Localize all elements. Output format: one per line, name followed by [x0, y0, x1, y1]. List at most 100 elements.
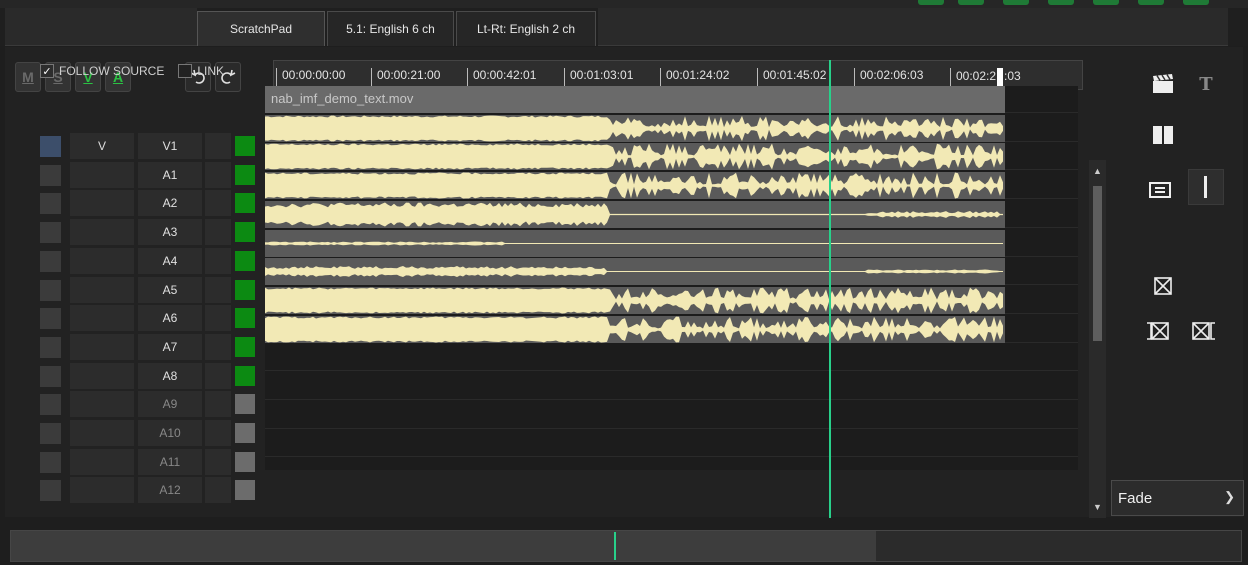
track-lock-box[interactable] — [205, 333, 231, 360]
transition-icon[interactable] — [1145, 268, 1181, 304]
track-label[interactable]: A9 — [138, 391, 202, 418]
transition-in-icon[interactable] — [1140, 313, 1176, 349]
track-enable-toggle[interactable] — [235, 394, 255, 415]
transition-out-icon[interactable] — [1186, 313, 1222, 349]
track-select-box[interactable] — [40, 394, 61, 416]
scroll-up-icon[interactable]: ▲ — [1089, 164, 1106, 178]
track-lock-box[interactable] — [205, 276, 231, 303]
source-track-label[interactable] — [70, 276, 134, 303]
follow-source-checkbox[interactable]: ✓ — [40, 64, 54, 78]
vertical-scrollbar[interactable]: ▲ ▼ — [1089, 160, 1106, 518]
source-track-label[interactable] — [70, 190, 134, 217]
split-view-icon[interactable] — [1145, 117, 1181, 153]
track-enable-toggle[interactable] — [235, 451, 255, 472]
track-area[interactable]: nab_imf_demo_text.mov — [265, 86, 1078, 470]
source-track-label[interactable] — [70, 391, 134, 418]
track-select-box[interactable] — [40, 451, 61, 473]
track-label[interactable]: A6 — [138, 305, 202, 332]
track-enable-toggle[interactable] — [235, 222, 255, 243]
track-select-box[interactable] — [40, 222, 61, 244]
scroll-down-icon[interactable]: ▼ — [1089, 500, 1106, 514]
audio-clip[interactable] — [265, 258, 1005, 286]
track-label[interactable]: A5 — [138, 276, 202, 303]
tab-scratchpad[interactable]: ScratchPad — [197, 11, 325, 46]
track-lock-box[interactable] — [205, 190, 231, 217]
track-lock-box[interactable] — [205, 305, 231, 332]
track-enable-toggle[interactable] — [235, 136, 255, 156]
track-select-box[interactable] — [40, 164, 61, 186]
track-lock-box[interactable] — [205, 247, 231, 274]
track-lock-box[interactable] — [205, 133, 231, 159]
link-checkbox[interactable] — [178, 64, 193, 78]
insert-marker-icon[interactable] — [1188, 169, 1224, 205]
source-track-label[interactable]: V — [70, 133, 134, 159]
transition-select[interactable]: Fade ❯ — [1111, 480, 1244, 516]
audio-clip[interactable] — [265, 200, 1005, 228]
source-track-label[interactable] — [70, 247, 134, 274]
playhead[interactable] — [829, 60, 831, 518]
track-lock-box[interactable] — [205, 391, 231, 418]
track-enable-toggle[interactable] — [235, 365, 255, 386]
source-track-label[interactable] — [70, 333, 134, 360]
track-select-box[interactable] — [40, 423, 61, 444]
source-track-label[interactable] — [70, 161, 134, 188]
track-label[interactable]: A12 — [138, 477, 202, 504]
source-track-label[interactable] — [70, 305, 134, 332]
horizontal-scrollbar[interactable] — [10, 530, 1242, 562]
out-point-marker[interactable] — [997, 68, 1004, 86]
tab-lt-rt-english[interactable]: Lt-Rt: English 2 ch — [456, 11, 596, 46]
track-label[interactable]: A2 — [138, 190, 202, 217]
scroll-thumb[interactable] — [1093, 186, 1102, 341]
track-label[interactable]: A8 — [138, 362, 202, 389]
track-enable-toggle[interactable] — [235, 193, 255, 214]
audio-clip[interactable] — [265, 143, 1005, 171]
track-lock-box[interactable] — [205, 362, 231, 389]
track-label[interactable]: A10 — [138, 420, 202, 446]
track-select-box[interactable] — [40, 136, 61, 157]
track-label[interactable]: A3 — [138, 219, 202, 246]
source-track-label[interactable] — [70, 477, 134, 504]
tab-5-1-english[interactable]: 5.1: English 6 ch — [327, 11, 454, 46]
source-track-label[interactable] — [70, 219, 134, 246]
track-lock-box[interactable] — [205, 477, 231, 504]
track-select-box[interactable] — [40, 336, 61, 358]
audio-clip[interactable] — [265, 315, 1005, 343]
waveform — [265, 266, 1003, 278]
title-text-icon[interactable]: T — [1188, 66, 1224, 102]
track-enable-toggle[interactable] — [235, 279, 255, 300]
mute-button[interactable]: M — [15, 62, 41, 92]
track-select-box[interactable] — [40, 250, 61, 272]
track-label[interactable]: V1 — [138, 133, 202, 159]
track-lock-box[interactable] — [205, 219, 231, 246]
scroll-thumb-horizontal[interactable] — [11, 531, 876, 561]
clapperboard-icon[interactable] — [1145, 66, 1181, 102]
track-select-box[interactable] — [40, 193, 61, 215]
track-enable-toggle[interactable] — [235, 164, 255, 185]
track-enable-toggle[interactable] — [235, 423, 255, 443]
track-select-box[interactable] — [40, 365, 61, 387]
source-track-label[interactable] — [70, 362, 134, 389]
track-enable-toggle[interactable] — [235, 336, 255, 357]
audio-clip[interactable] — [265, 172, 1005, 200]
track-label[interactable]: A4 — [138, 247, 202, 274]
source-track-label[interactable] — [70, 420, 134, 446]
filmstrip-icon[interactable] — [1142, 172, 1178, 208]
track-select-box[interactable] — [40, 308, 61, 330]
track-select-box[interactable] — [40, 480, 61, 502]
track-lock-box[interactable] — [205, 420, 231, 446]
track-label[interactable]: A1 — [138, 161, 202, 188]
audio-clip[interactable] — [265, 229, 1005, 257]
track-enable-toggle[interactable] — [235, 250, 255, 271]
audio-clip[interactable] — [265, 114, 1005, 142]
audio-clip[interactable] — [265, 286, 1005, 314]
track-enable-toggle[interactable] — [235, 308, 255, 329]
track-select-box[interactable] — [40, 279, 61, 301]
source-track-label[interactable] — [70, 448, 134, 475]
track-label[interactable]: A11 — [138, 448, 202, 475]
track-lock-box[interactable] — [205, 161, 231, 188]
track-lock-box[interactable] — [205, 448, 231, 475]
track-enable-toggle[interactable] — [235, 480, 255, 501]
video-clip[interactable]: nab_imf_demo_text.mov — [265, 86, 1005, 113]
track-label[interactable]: A7 — [138, 333, 202, 360]
audio-lane — [265, 172, 1078, 200]
